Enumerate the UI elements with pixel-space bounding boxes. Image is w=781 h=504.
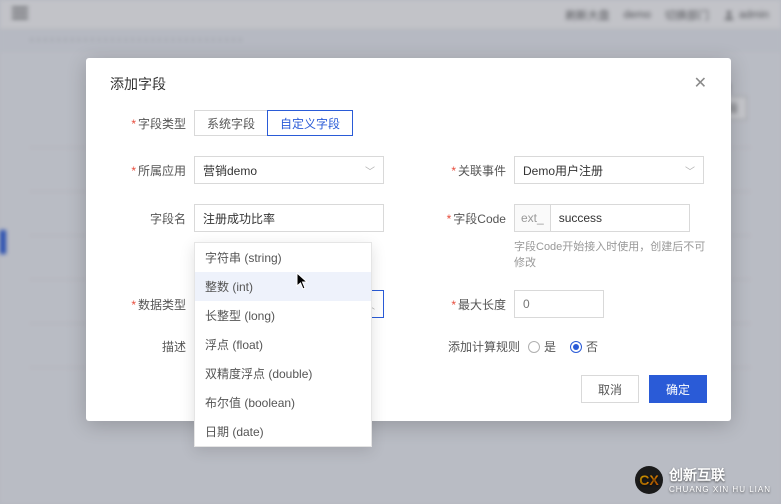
rule-no-radio[interactable]: 否 [570, 338, 598, 355]
chevron-down-icon: ﹀ [365, 163, 375, 178]
dropdown-option[interactable]: 布尔值 (boolean) [195, 388, 371, 417]
code-prefix: ext_ [514, 204, 550, 232]
field-type-group: 系统字段 自定义字段 [194, 110, 353, 136]
code-hint: 字段Code开始接入时使用，创建后不可修改 [514, 238, 707, 270]
field-name-input[interactable] [194, 204, 384, 232]
rule-yes-radio[interactable]: 是 [528, 338, 556, 355]
label-app: 所属应用 [110, 162, 186, 179]
event-select-value: Demo用户注册 [523, 162, 603, 179]
dropdown-option[interactable]: 浮点 (float) [195, 330, 371, 359]
label-field-type: 字段类型 [110, 115, 186, 132]
cancel-button[interactable]: 取消 [581, 375, 639, 403]
field-code-input[interactable] [550, 204, 690, 232]
ok-button[interactable]: 确定 [649, 375, 707, 403]
field-type-system[interactable]: 系统字段 [194, 110, 268, 136]
event-select[interactable]: Demo用户注册 ﹀ [514, 156, 704, 184]
label-code: 字段Code [430, 210, 506, 227]
label-data-type: 数据类型 [110, 296, 186, 313]
brand-name: 创新互联 [669, 467, 725, 483]
label-event: 关联事件 [430, 162, 506, 179]
label-name: 字段名 [110, 210, 186, 227]
label-add-rule: 添加计算规则 [430, 338, 520, 355]
dropdown-option[interactable]: 双精度浮点 (double) [195, 359, 371, 388]
brand-sub: CHUANG XIN HU LIAN [669, 485, 771, 494]
chevron-down-icon: ﹀ [685, 163, 695, 178]
field-type-custom[interactable]: 自定义字段 [267, 110, 353, 136]
dropdown-option[interactable]: 长整型 (long) [195, 301, 371, 330]
radio-icon [570, 341, 582, 353]
dropdown-option[interactable]: 字符串 (string) [195, 243, 371, 272]
label-desc: 描述 [110, 338, 186, 355]
label-max-len: 最大长度 [430, 296, 506, 313]
modal-title: 添加字段 [110, 74, 166, 94]
add-field-modal: 添加字段 ✕ 字段类型 系统字段 自定义字段 所属应用 营销demo ﹀ [86, 58, 731, 421]
app-select-value: 营销demo [203, 162, 257, 179]
data-type-dropdown: 字符串 (string) 整数 (int) 长整型 (long) 浮点 (flo… [194, 242, 372, 447]
brand-logo: CX 创新互联 CHUANG XIN HU LIAN [635, 465, 771, 494]
radio-icon [528, 341, 540, 353]
close-icon[interactable]: ✕ [694, 76, 707, 92]
dropdown-option[interactable]: 整数 (int) [195, 272, 371, 301]
app-select[interactable]: 营销demo ﹀ [194, 156, 384, 184]
max-length-input[interactable] [514, 290, 604, 318]
dropdown-option[interactable]: 日期 (date) [195, 417, 371, 446]
